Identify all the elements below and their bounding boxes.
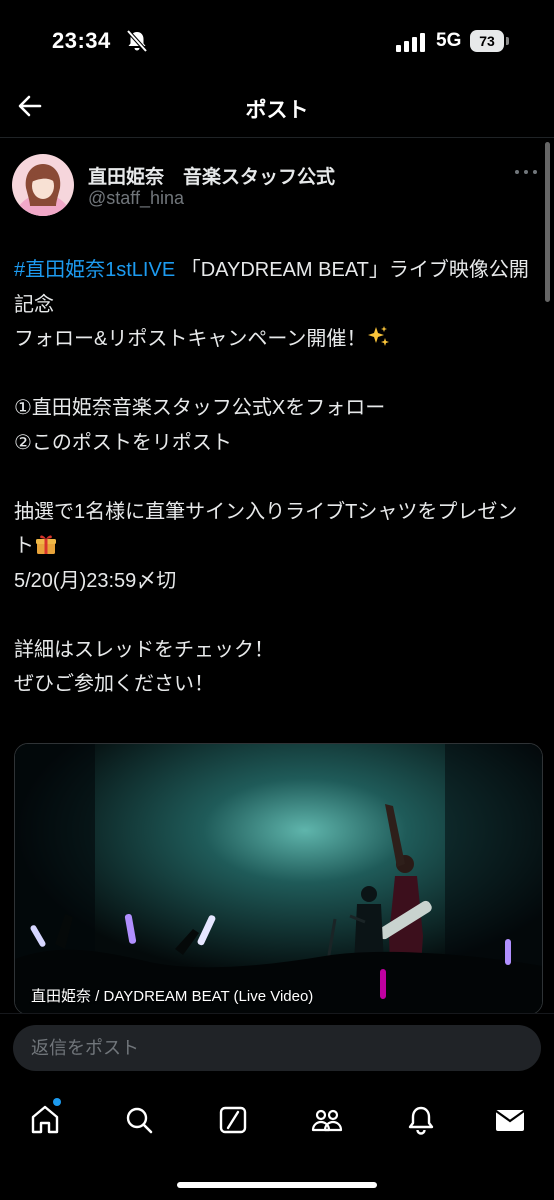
post-line-2: フォロー&リポストキャンペーン開催！: [14, 328, 367, 350]
tab-communities[interactable]: [307, 1100, 347, 1140]
post-line-7: 詳細はスレッドをチェック！: [14, 638, 274, 661]
post-line-5: 抽選で1名様に直筆サイン入りライブTシャツをプレゼント: [14, 500, 518, 558]
gift-emoji: [36, 535, 56, 554]
signal-bars-icon: [396, 33, 425, 52]
post-line-3: ①直田姫奈音楽スタッフ公式Xをフォロー: [14, 397, 386, 419]
page-title: ポスト: [245, 99, 309, 122]
grok-icon: [219, 1106, 247, 1134]
battery-level: 73: [470, 30, 504, 52]
scrollbar[interactable]: [545, 142, 550, 302]
post-line-4: ②このポストをリポスト: [14, 431, 232, 454]
post-body: #直田姫奈1stLIVE 「DAYDREAM BEAT」ライブ映像公開記念 フォ…: [14, 253, 536, 702]
sparkles-emoji: [368, 326, 390, 346]
battery-icon: 73: [470, 30, 512, 52]
bell-icon: [408, 1106, 434, 1135]
home-notification-dot: [53, 1098, 61, 1106]
battery-tip: [506, 37, 509, 45]
mail-icon: [495, 1110, 525, 1131]
avatar[interactable]: [12, 154, 74, 216]
communities-icon: [311, 1109, 343, 1132]
author-display-name[interactable]: 直田姫奈 音楽スタッフ公式: [88, 162, 335, 189]
bottom-tab-bar: [0, 1088, 554, 1200]
header-divider: [0, 137, 554, 138]
tab-messages[interactable]: [490, 1100, 530, 1140]
tab-notifications[interactable]: [401, 1100, 441, 1140]
post-line-8: ぜひご参加ください！: [14, 673, 214, 695]
tab-grok[interactable]: [213, 1100, 253, 1140]
tab-search[interactable]: [119, 1100, 159, 1140]
post-line-6: 5/20(月)23:59〆切: [14, 569, 177, 592]
reply-input[interactable]: [13, 1025, 541, 1071]
video-media-card[interactable]: 直田姫奈 / DAYDREAM BEAT (Live Video): [14, 743, 543, 1015]
top-header: ポスト: [0, 80, 554, 136]
reply-bar: [0, 1013, 554, 1089]
hashtag-link[interactable]: #直田姫奈1stLIVE: [14, 259, 175, 281]
tab-home[interactable]: [25, 1098, 65, 1140]
search-icon: [126, 1107, 153, 1134]
video-caption: 直田姫奈 / DAYDREAM BEAT (Live Video): [31, 988, 314, 1005]
home-indicator: [177, 1182, 377, 1188]
concert-video-thumbnail: [15, 744, 542, 1014]
home-icon: [31, 1105, 59, 1134]
bell-slash-icon: [126, 29, 148, 53]
network-label: 5G: [436, 30, 462, 51]
more-options-icon[interactable]: [512, 164, 540, 180]
status-bar: 23:34 5G 73: [0, 0, 554, 80]
author-handle[interactable]: @staff_hina: [88, 188, 184, 209]
status-time: 23:34: [52, 28, 111, 53]
